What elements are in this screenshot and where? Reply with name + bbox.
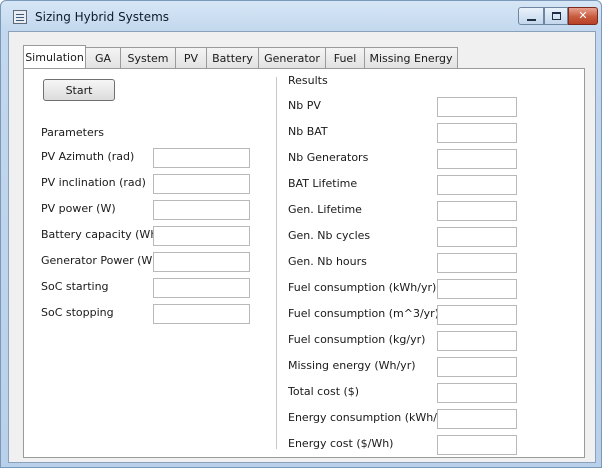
bat-lifetime-field[interactable]: [437, 175, 517, 195]
maximize-icon: [552, 12, 561, 20]
minimize-icon: [527, 19, 536, 21]
column-divider: [276, 77, 277, 449]
result-label-fuel-kwh: Fuel consumption (kWh/yr): [288, 281, 437, 294]
result-label-gen-lifetime: Gen. Lifetime: [288, 203, 362, 216]
start-button[interactable]: Start: [43, 79, 115, 101]
param-label-pv-inclination: PV inclination (rad): [41, 176, 146, 189]
tab-missing-energy[interactable]: Missing Energy: [365, 47, 458, 68]
energy-cost-field[interactable]: [437, 435, 517, 455]
gen-lifetime-field[interactable]: [437, 201, 517, 221]
tab-fuel[interactable]: Fuel: [326, 47, 365, 68]
pv-inclination-field[interactable]: [153, 174, 250, 194]
gen-nb-cycles-field[interactable]: [437, 227, 517, 247]
result-label-fuel-m3: Fuel consumption (m^3/yr): [288, 307, 439, 320]
soc-starting-field[interactable]: [153, 278, 250, 298]
results-heading: Results: [288, 74, 328, 87]
result-label-total-cost: Total cost ($): [288, 385, 360, 398]
gen-nb-hours-field[interactable]: [437, 253, 517, 273]
soc-stopping-field[interactable]: [153, 304, 250, 324]
tab-generator[interactable]: Generator: [259, 47, 326, 68]
result-label-energy-cost: Energy cost ($/Wh): [288, 437, 394, 450]
param-label-pv-power: PV power (W): [41, 202, 116, 215]
result-label-bat-lifetime: BAT Lifetime: [288, 177, 358, 190]
result-label-fuel-kg: Fuel consumption (kg/yr): [288, 333, 426, 346]
result-label-nb-bat: Nb BAT: [288, 125, 328, 138]
window-app-icon: [13, 10, 27, 24]
generator-power-field[interactable]: [153, 252, 250, 272]
param-label-pv-azimuth: PV Azimuth (rad): [41, 150, 135, 163]
param-label-soc-starting: SoC starting: [41, 280, 109, 293]
param-label-battery-capacity: Battery capacity (Wh): [41, 228, 162, 241]
tab-pv[interactable]: PV: [176, 47, 207, 68]
tab-system[interactable]: System: [121, 47, 176, 68]
pv-power-field[interactable]: [153, 200, 250, 220]
result-label-gen-nb-hours: Gen. Nb hours: [288, 255, 367, 268]
simulation-panel: Start Parameters PV Azimuth (rad) PV inc…: [23, 68, 585, 458]
fuel-consumption-kg-field[interactable]: [437, 331, 517, 351]
result-label-missing-energy: Missing energy (Wh/yr): [288, 359, 416, 372]
app-window: Sizing Hybrid Systems ✕ Simulation GA Sy…: [0, 0, 602, 468]
result-label-nb-generators: Nb Generators: [288, 151, 369, 164]
param-label-generator-power: Generator Power (W): [41, 254, 157, 267]
fuel-consumption-kwh-field[interactable]: [437, 279, 517, 299]
title-bar[interactable]: Sizing Hybrid Systems ✕: [1, 1, 601, 31]
parameters-heading: Parameters: [41, 126, 104, 139]
maximize-button[interactable]: [544, 7, 568, 25]
energy-consumption-field[interactable]: [437, 409, 517, 429]
tab-ga[interactable]: GA: [86, 47, 121, 68]
total-cost-field[interactable]: [437, 383, 517, 403]
nb-pv-field[interactable]: [437, 97, 517, 117]
client-area: Simulation GA System PV Battery Generato…: [8, 31, 596, 463]
missing-energy-field[interactable]: [437, 357, 517, 377]
result-label-nb-pv: Nb PV: [288, 99, 321, 112]
nb-generators-field[interactable]: [437, 149, 517, 169]
pv-azimuth-field[interactable]: [153, 148, 250, 168]
tab-strip: Simulation GA System PV Battery Generato…: [23, 45, 458, 68]
nb-bat-field[interactable]: [437, 123, 517, 143]
fuel-consumption-m3-field[interactable]: [437, 305, 517, 325]
result-label-energy-consumption: Energy consumption (kWh/yr): [288, 411, 453, 424]
param-label-soc-stopping: SoC stopping: [41, 306, 114, 319]
close-button[interactable]: ✕: [568, 7, 598, 25]
battery-capacity-field[interactable]: [153, 226, 250, 246]
window-title: Sizing Hybrid Systems: [35, 10, 170, 24]
close-icon: ✕: [578, 9, 588, 22]
result-label-gen-nb-cycles: Gen. Nb cycles: [288, 229, 371, 242]
tab-battery[interactable]: Battery: [207, 47, 259, 68]
tab-simulation[interactable]: Simulation: [23, 45, 86, 68]
minimize-button[interactable]: [518, 7, 544, 25]
